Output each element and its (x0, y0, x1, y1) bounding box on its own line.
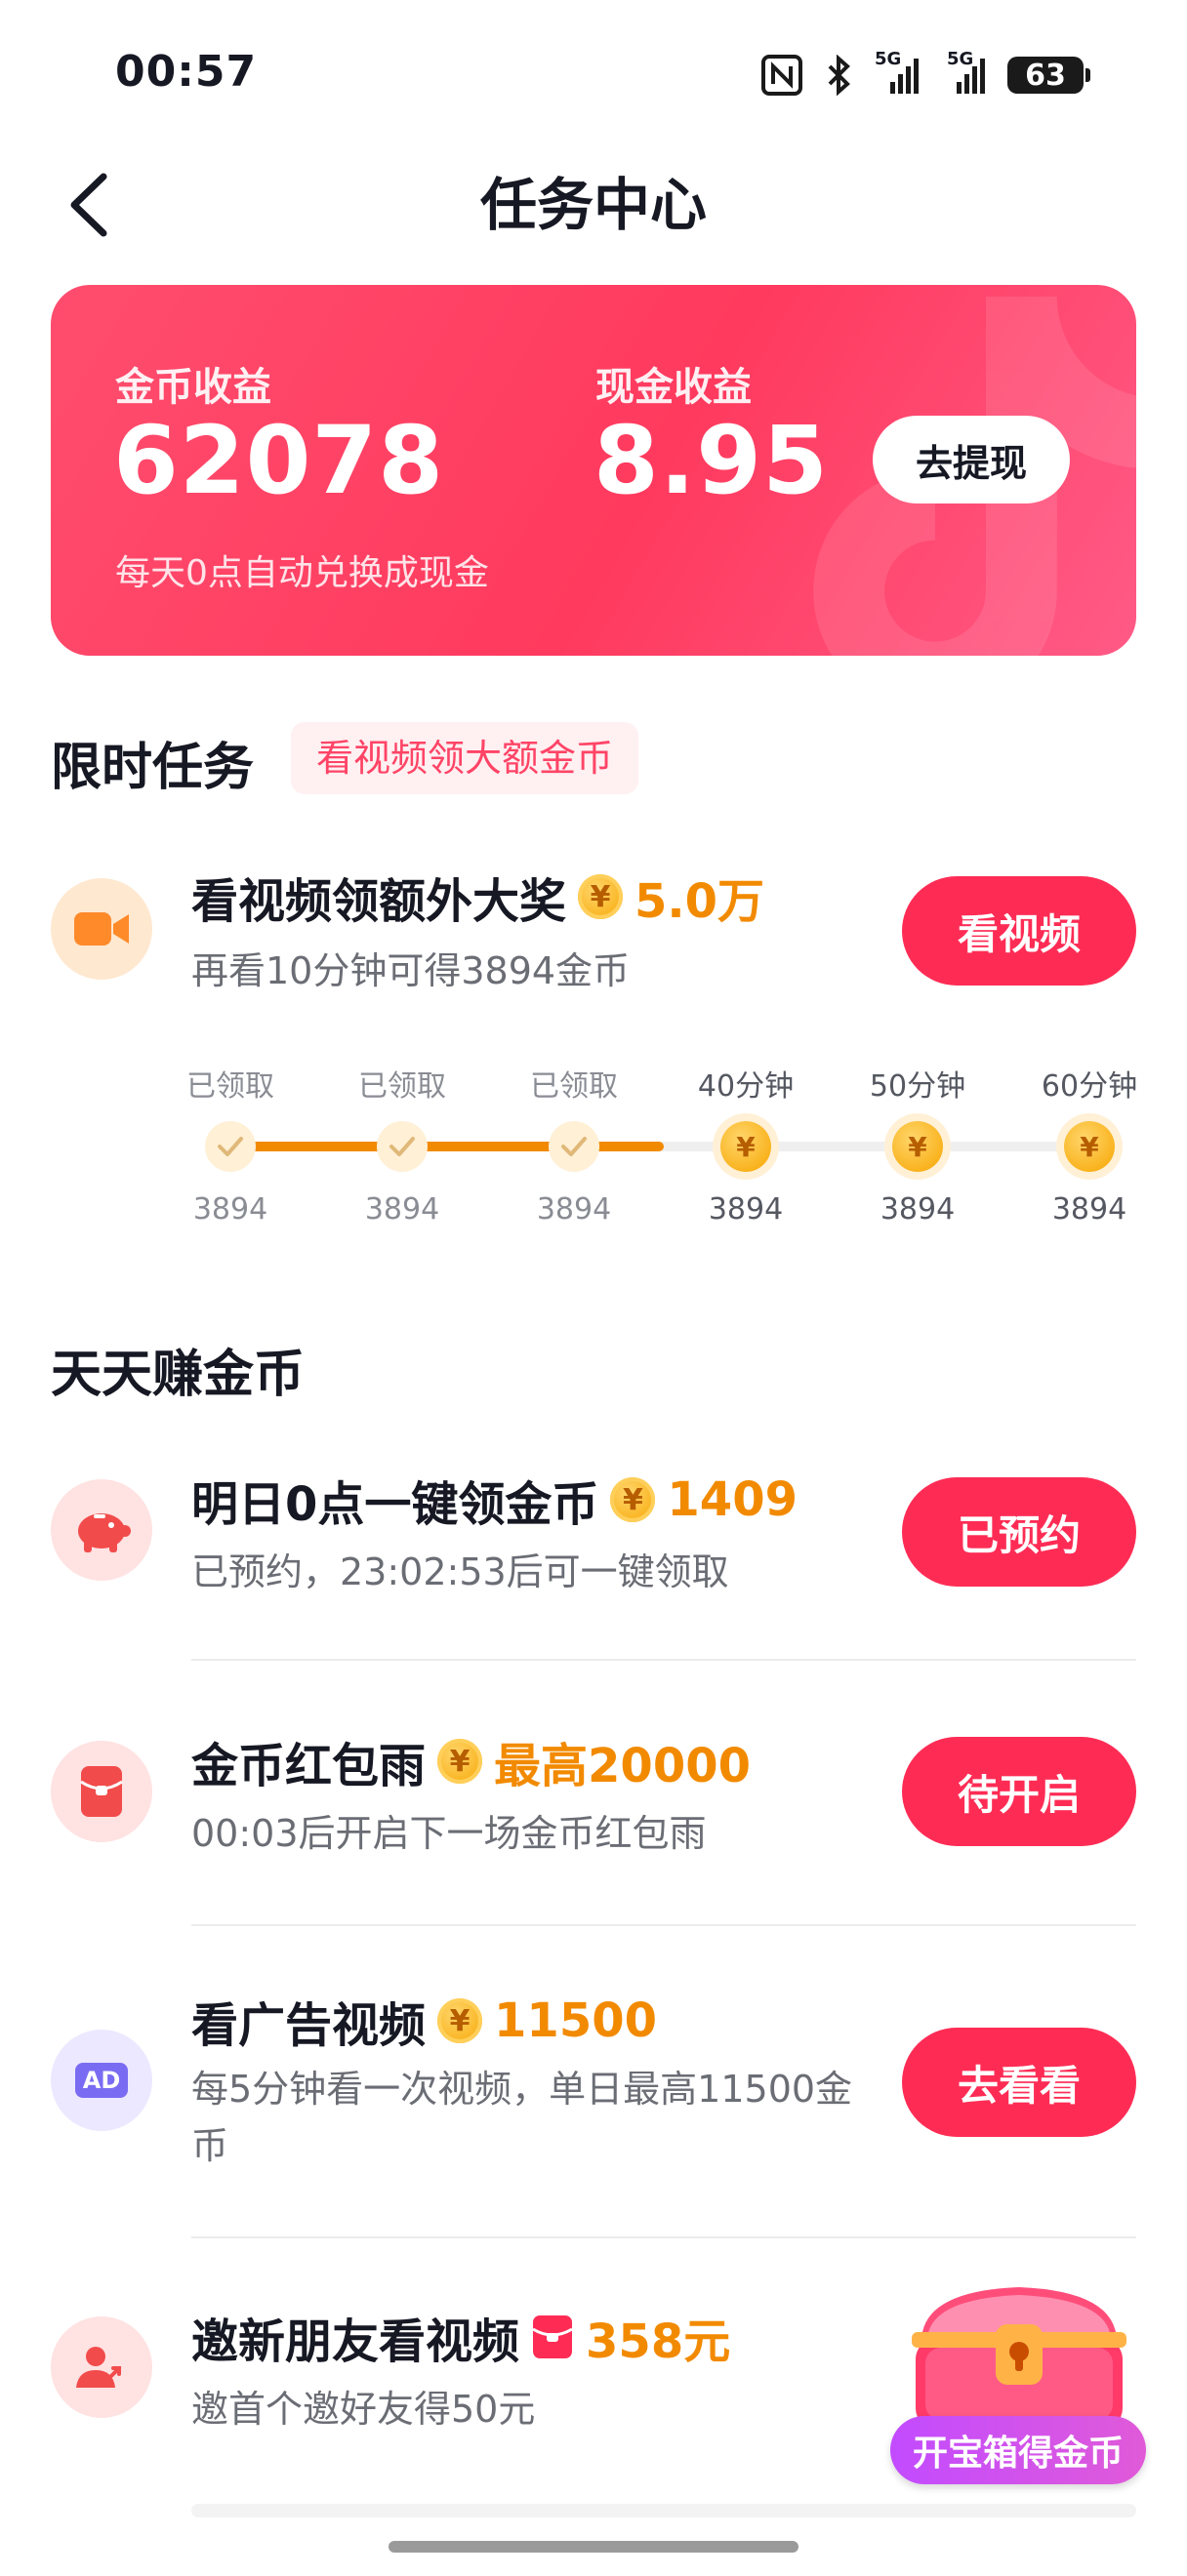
task-title-row: 金币红包雨 ¥ 最高20000 (191, 1727, 751, 1795)
task-reward: 358元 (586, 2314, 731, 2369)
task-desc: 00:03后开启下一场金币红包雨 (191, 1812, 707, 1855)
progress-step-value: 3894 (708, 1192, 784, 1227)
task-reward: 11500 (494, 1993, 658, 2048)
task-reward: 最高20000 (494, 1739, 752, 1793)
reserved-button[interactable]: 已预约 (902, 1477, 1136, 1587)
divider (191, 2236, 1136, 2238)
progress-step-label: 已领取 (186, 1069, 274, 1104)
status-time: 00:57 (115, 47, 258, 97)
piggy-bank-icon-wrap (51, 1479, 152, 1581)
chevron-left-icon (70, 173, 107, 237)
open-treasure-label[interactable]: 开宝箱得金币 (890, 2416, 1146, 2484)
video-task-icon-wrap (51, 878, 152, 980)
daily-earn-title: 天天赚金币 (51, 1346, 306, 1404)
coin-icon: ¥ (720, 1121, 771, 1172)
video-task-title: 看视频领额外大奖 (191, 874, 567, 929)
progress-step-label: 50分钟 (869, 1069, 966, 1104)
red-envelope-icon-wrap (51, 1741, 152, 1842)
task-title-row: 明日0点一键领金币 ¥ 1409 (191, 1466, 798, 1534)
coin-icon: ¥ (578, 874, 624, 919)
invite-friends-icon (76, 2347, 121, 2388)
coin-icon: ¥ (892, 1121, 943, 1172)
video-task-title-row: 看视频领额外大奖 ¥ 5.0万 (191, 863, 764, 931)
divider (191, 1924, 1136, 1926)
back-button[interactable] (59, 166, 117, 244)
go-watch-button[interactable]: 去看看 (902, 2028, 1136, 2137)
progress-step-value: 3894 (1051, 1192, 1127, 1227)
video-camera-icon (74, 912, 129, 946)
progress-step-label: 已领取 (358, 1069, 446, 1104)
status-icons: 5G 5G 63 (761, 49, 1090, 100)
earnings-card: 金币收益 62078 现金收益 8.95 每天0点自动兑换成现金 去提现 (51, 285, 1136, 656)
ad-icon: AD (74, 2063, 129, 2098)
auto-exchange-note: 每天0点自动兑换成现金 (115, 553, 489, 593)
task-desc: 每5分钟看一次视频，单日最高11500金币 (191, 2068, 853, 2167)
progress-step-label: 60分钟 (1041, 1069, 1138, 1104)
task-desc: 已预约，23:02:53后可一键领取 (191, 1550, 729, 1593)
pending-start-button[interactable]: 待开启 (902, 1737, 1136, 1846)
treasure-chest-button[interactable] (898, 2274, 1140, 2439)
divider (191, 1659, 1136, 1661)
checkmark-icon (549, 1121, 599, 1172)
video-task-reward: 5.0万 (634, 874, 765, 929)
task-title-row: 看广告视频 ¥ 11500 (191, 1987, 657, 2055)
cash-earnings-label: 现金收益 (595, 365, 752, 410)
progress-step-label: 已领取 (530, 1069, 618, 1104)
battery-indicator: 63 (1007, 57, 1090, 94)
progress-step-value: 3894 (364, 1192, 440, 1227)
limited-tasks-title: 限时任务 (51, 739, 255, 797)
task-desc: 邀首个邀好友得50元 (191, 2388, 536, 2431)
limited-tasks-tag: 看视频领大额金币 (291, 722, 639, 794)
checkmark-icon (377, 1121, 428, 1172)
task-title: 金币红包雨 (191, 1739, 427, 1793)
next-card-edge (191, 2504, 1136, 2517)
task-title: 明日0点一键领金币 (191, 1477, 599, 1532)
page-title: 任务中心 (479, 172, 707, 238)
task-title: 邀新朋友看视频 (191, 2314, 520, 2369)
ad-icon-wrap: AD (51, 2030, 152, 2131)
checkmark-icon (205, 1121, 256, 1172)
treasure-chest-icon (912, 2287, 1126, 2430)
coin-icon: ¥ (1064, 1121, 1115, 1172)
signal-5g-label-2: 5G (947, 49, 974, 69)
red-envelope-icon (532, 2315, 573, 2358)
progress-step-label: 40分钟 (697, 1069, 795, 1104)
progress-step-value: 3894 (536, 1192, 612, 1227)
coin-icon: ¥ (437, 1739, 483, 1784)
piggy-bank-icon (78, 1513, 131, 1552)
red-envelope-icon (80, 1766, 123, 1817)
task-title-row: 邀新朋友看视频 358元 (191, 2303, 730, 2371)
signal-5g-icon-2: 5G (941, 49, 986, 96)
progress-step-value: 3894 (880, 1192, 956, 1227)
coin-icon: ¥ (610, 1477, 656, 1522)
coin-earnings-value: 62078 (113, 406, 444, 515)
withdraw-button[interactable]: 去提现 (873, 416, 1070, 503)
signal-5g-label: 5G (875, 49, 902, 69)
cash-earnings-value: 8.95 (594, 406, 829, 515)
progress-step-value: 3894 (192, 1192, 268, 1227)
coin-earnings-label: 金币收益 (115, 365, 271, 410)
nfc-icon (761, 55, 802, 96)
bluetooth-icon (824, 55, 853, 96)
coin-icon: ¥ (437, 1998, 483, 2043)
task-reward: 1409 (667, 1472, 798, 1527)
invite-friends-icon-wrap (51, 2316, 152, 2418)
home-indicator (389, 2541, 798, 2553)
task-title: 看广告视频 (191, 1998, 427, 2053)
video-task-desc: 再看10分钟可得3894金币 (191, 949, 631, 992)
signal-5g-icon: 5G (875, 49, 920, 96)
watch-video-button[interactable]: 看视频 (902, 876, 1136, 986)
